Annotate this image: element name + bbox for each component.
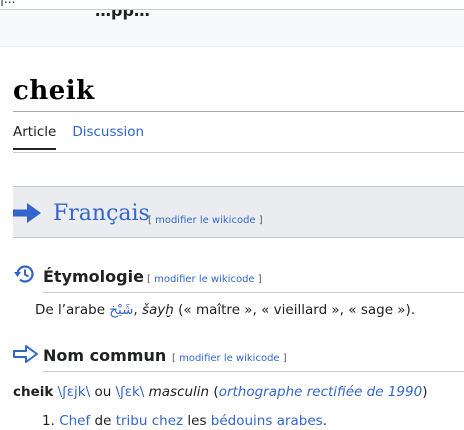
pronunciation-2-link[interactable]: \ʃɛk\ (116, 384, 145, 400)
orthography-note-link[interactable]: orthographe rectifiée de 1990 (219, 384, 423, 400)
top-strip: |... (0, 0, 464, 10)
right-arrow-icon (13, 203, 41, 223)
etymology-heading: Étymologie (43, 267, 144, 286)
definition-link-arabes[interactable]: arabes (277, 413, 323, 429)
gender-label: masculin (148, 384, 210, 400)
pos-edit-link: [ modifier le wikicode ] (172, 353, 287, 364)
etymology-gloss: (« maître », « vieillard », « sage »). (173, 302, 416, 318)
tab-article[interactable]: Article (13, 124, 57, 150)
or-text: ou (90, 384, 116, 400)
etymology-divider (43, 292, 464, 293)
page-title: cheik (13, 76, 95, 106)
definition-link-chez[interactable]: chez (152, 413, 183, 429)
definition-text: les (183, 413, 211, 429)
language-name-link[interactable]: Français (53, 201, 150, 226)
tab-discussion[interactable]: Discussion (72, 124, 144, 150)
history-icon (14, 265, 34, 283)
definition-link-bedouins[interactable]: bédouins (211, 413, 273, 429)
definition-link-chef[interactable]: Chef (59, 413, 90, 429)
definition-list: 1. Chef de tribu chez les bédouins arabe… (42, 413, 327, 429)
etymology-text: De l’arabe شَيْخ, šayḫ (« maître », « vi… (35, 302, 415, 318)
transliteration: šayḫ (142, 302, 174, 318)
language-edit-link: [ modifier le wikicode ] (148, 215, 263, 226)
edit-wikicode-link[interactable]: modifier le wikicode (154, 274, 254, 285)
headword-line: cheik \ʃɛjk\ ou \ʃɛk\ masculin (orthogra… (13, 384, 427, 400)
definition-number: 1. (42, 413, 55, 429)
etymology-comma: , (133, 302, 142, 318)
headword: cheik (13, 384, 54, 400)
pos-heading: Nom commun (43, 346, 167, 365)
definition-text: de (90, 413, 116, 429)
pronunciation-1-link[interactable]: \ʃɛjk\ (58, 384, 91, 400)
top-cut-text: |... (0, 0, 16, 6)
top-bar-cut-text: …pp… (95, 10, 150, 20)
arabic-word-link[interactable]: شَيْخ (109, 302, 133, 318)
etymology-edit-link: [ modifier le wikicode ] (147, 274, 262, 285)
edit-bracket-close: ] (255, 215, 263, 226)
edit-wikicode-link[interactable]: modifier le wikicode (155, 215, 255, 226)
title-divider (13, 111, 464, 112)
etymology-intro: De l’arabe (35, 302, 110, 318)
definition-text: . (322, 413, 328, 429)
edit-wikicode-link[interactable]: modifier le wikicode (179, 353, 279, 364)
top-bar: …pp… (0, 10, 464, 47)
pos-divider (43, 371, 464, 372)
definition-link-tribu[interactable]: tribu (116, 413, 148, 429)
page-tabs: Article Discussion (13, 124, 160, 150)
language-section-header: Français [ modifier le wikicode ] (13, 186, 464, 238)
tabs-divider (13, 152, 464, 153)
outline-right-arrow-icon (13, 345, 38, 363)
paren-open: ( (209, 384, 219, 400)
paren-close: ) (422, 384, 428, 400)
